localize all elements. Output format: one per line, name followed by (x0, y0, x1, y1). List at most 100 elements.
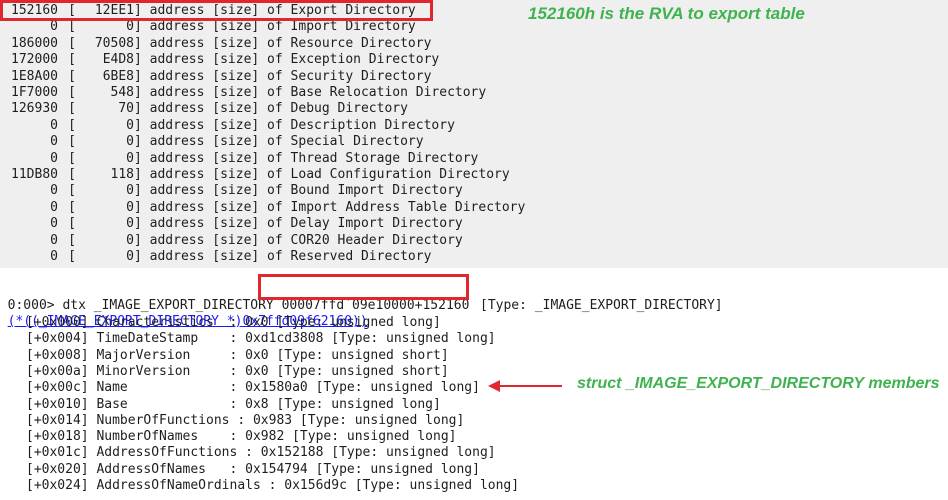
directory-description: address [size] of Import Directory (149, 19, 416, 35)
data-directory-row: 186000 [70508] address [size] of Resource… (0, 36, 431, 52)
directory-description: address [size] of Delay Import Directory (149, 216, 463, 232)
bracket-close: ] (134, 232, 150, 248)
directory-description: address [size] of Special Directory (149, 134, 424, 150)
struct-member-row: [+0x018] NumberOfNames : 0x982 [Type: un… (26, 429, 457, 445)
bracket-close: ] (134, 85, 150, 100)
directory-description: address [size] of Import Address Table D… (149, 199, 526, 215)
bracket-open: [ (68, 19, 76, 35)
data-directory-row: 0 [0] address [size] of COR20 Header Dire… (0, 233, 463, 249)
directory-rva: 0 (50, 199, 58, 215)
directory-rva: 0 (50, 249, 58, 264)
bracket-open: [ (68, 216, 76, 232)
bracket-close: ] (134, 199, 150, 215)
bracket-open: [ (68, 134, 76, 150)
bracket-open: [ (68, 35, 76, 51)
bracket-open: [ (68, 232, 76, 248)
bracket-open: [ (68, 199, 76, 215)
directory-size: 0 (126, 150, 134, 166)
directory-rva: 186000 (11, 35, 58, 51)
directory-rva: 0 (50, 117, 58, 133)
bracket-close: ] (134, 150, 150, 166)
data-directory-row: 172000 [ E4D8] address [size] of Exception… (0, 52, 439, 68)
directory-size: 118 (110, 167, 134, 182)
directory-size: 0 (126, 232, 134, 248)
bracket-close: ] (134, 134, 150, 150)
directory-rva: 126930 (11, 101, 58, 117)
data-directory-row: 0 [0] address [size] of Description Direc… (0, 118, 455, 134)
directory-size: 0 (126, 134, 134, 150)
directory-size: E4D8 (102, 52, 134, 68)
directory-description: address [size] of Bound Import Directory (149, 183, 463, 199)
arrow-icon (488, 380, 562, 392)
bracket-close: ] (134, 117, 150, 133)
bracket-open: [ (68, 183, 76, 199)
directory-rva: 0 (50, 19, 58, 35)
directory-rva: 1E8A00 (11, 68, 58, 84)
bracket-open: [ (68, 52, 76, 68)
result-header: (*((_IMAGE_EXPORT_DIRECTORY *)0x7ffd09f6… (0, 298, 368, 329)
struct-member-row: [+0x014] NumberOfFunctions : 0x983 [Type… (26, 412, 465, 428)
struct-member-row: [+0x00a] MinorVersion : 0x0 [Type: unsig… (26, 363, 449, 379)
directory-description: address [size] of Exception Directory (149, 52, 440, 68)
bracket-open: [ (68, 117, 76, 133)
rva-annotation: 152160h is the RVA to export table (528, 4, 805, 23)
data-directory-row: 126930 [70] address [size] of Debug Direc… (0, 101, 408, 117)
struct-annotation: struct _IMAGE_EXPORT_DIRECTORY members (577, 375, 940, 392)
directory-description: address [size] of Base Relocation Direct… (149, 85, 487, 100)
directory-description: address [size] of Description Directory (149, 117, 455, 133)
data-directory-row: 1E8A00 [6BE8] address [size] of Security … (0, 69, 431, 85)
directory-rva: 0 (50, 134, 58, 150)
data-directory-row: 11DB80 [118] address [size] of Load Confi… (0, 167, 510, 183)
bracket-close: ] (134, 216, 150, 232)
directory-size: 0 (126, 216, 134, 232)
bracket-open: [ (68, 68, 76, 84)
export-directory-highlight (0, 0, 433, 21)
bracket-open: [ (68, 101, 76, 117)
bracket-close: ] (134, 249, 150, 264)
struct-member-row: [+0x020] AddressOfNames : 0x154794 [Type… (26, 461, 480, 477)
directory-size: 6BE8 (102, 68, 134, 84)
directory-rva: 0 (50, 183, 58, 199)
data-directory-row: 0 [0] address [size] of Bound Import Dire… (0, 183, 463, 199)
struct-member-row: [+0x004] TimeDateStamp : 0xd1cd3808 [Typ… (26, 331, 496, 347)
bracket-close: ] (134, 19, 150, 35)
struct-member-row: [+0x024] AddressOfNameOrdinals : 0x156d9… (26, 478, 520, 493)
directory-rva: 11DB80 (11, 167, 58, 182)
directory-size: 0 (126, 19, 134, 35)
directory-rva: 172000 (11, 52, 58, 68)
data-directory-row: 0 [0] address [size] of Import Directory (0, 19, 416, 35)
struct-member-row: [+0x008] MajorVersion : 0x0 [Type: unsig… (26, 347, 449, 363)
result-type: [Type: _IMAGE_EXPORT_DIRECTORY] (480, 298, 723, 313)
bracket-close: ] (134, 35, 150, 51)
bracket-close: ] (134, 68, 150, 84)
directory-size: 0 (126, 117, 134, 133)
directory-size: 0 (126, 183, 134, 199)
directory-description: address [size] of Resource Directory (149, 35, 432, 51)
directory-rva: 0 (50, 216, 58, 232)
directory-description: address [size] of Reserved Directory (149, 249, 432, 264)
directory-description: address [size] of Security Directory (149, 68, 432, 84)
directory-description: address [size] of Thread Storage Directo… (149, 150, 479, 166)
directory-description: address [size] of Load Configuration Dir… (149, 167, 510, 182)
struct-member-row: [+0x010] Base : 0x8 [Type: unsigned long… (26, 396, 441, 412)
bracket-close: ] (134, 101, 150, 117)
data-directory-row: 1F7000 [548] address [size] of Base Reloc… (0, 85, 486, 101)
struct-member-row: [+0x000] Characteristics : 0x0 [Type: un… (26, 315, 441, 330)
directory-size: 548 (110, 85, 134, 100)
data-directory-row: 0 [0] address [size] of Import Address Ta… (0, 200, 525, 216)
bracket-open: [ (68, 167, 76, 182)
directory-rva: 0 (50, 232, 58, 248)
directory-description: address [size] of COR20 Header Directory (149, 232, 463, 248)
struct-member-row: [+0x00c] Name : 0x1580a0 [Type: unsigned… (26, 380, 480, 396)
struct-member-row: [+0x01c] AddressOfFunctions : 0x152188 [… (26, 445, 496, 461)
directory-rva: 0 (50, 150, 58, 166)
bracket-close: ] (134, 183, 150, 199)
directory-size: 0 (126, 199, 134, 215)
data-directory-row: 0 [0] address [size] of Special Directory (0, 134, 424, 150)
bracket-close: ] (134, 52, 150, 68)
bracket-open: [ (68, 85, 76, 100)
data-directory-row: 0 [0] address [size] of Delay Import Dire… (0, 216, 463, 232)
command-argument-highlight (258, 274, 469, 300)
bracket-close: ] (134, 167, 150, 182)
directory-size: 0 (126, 249, 134, 264)
